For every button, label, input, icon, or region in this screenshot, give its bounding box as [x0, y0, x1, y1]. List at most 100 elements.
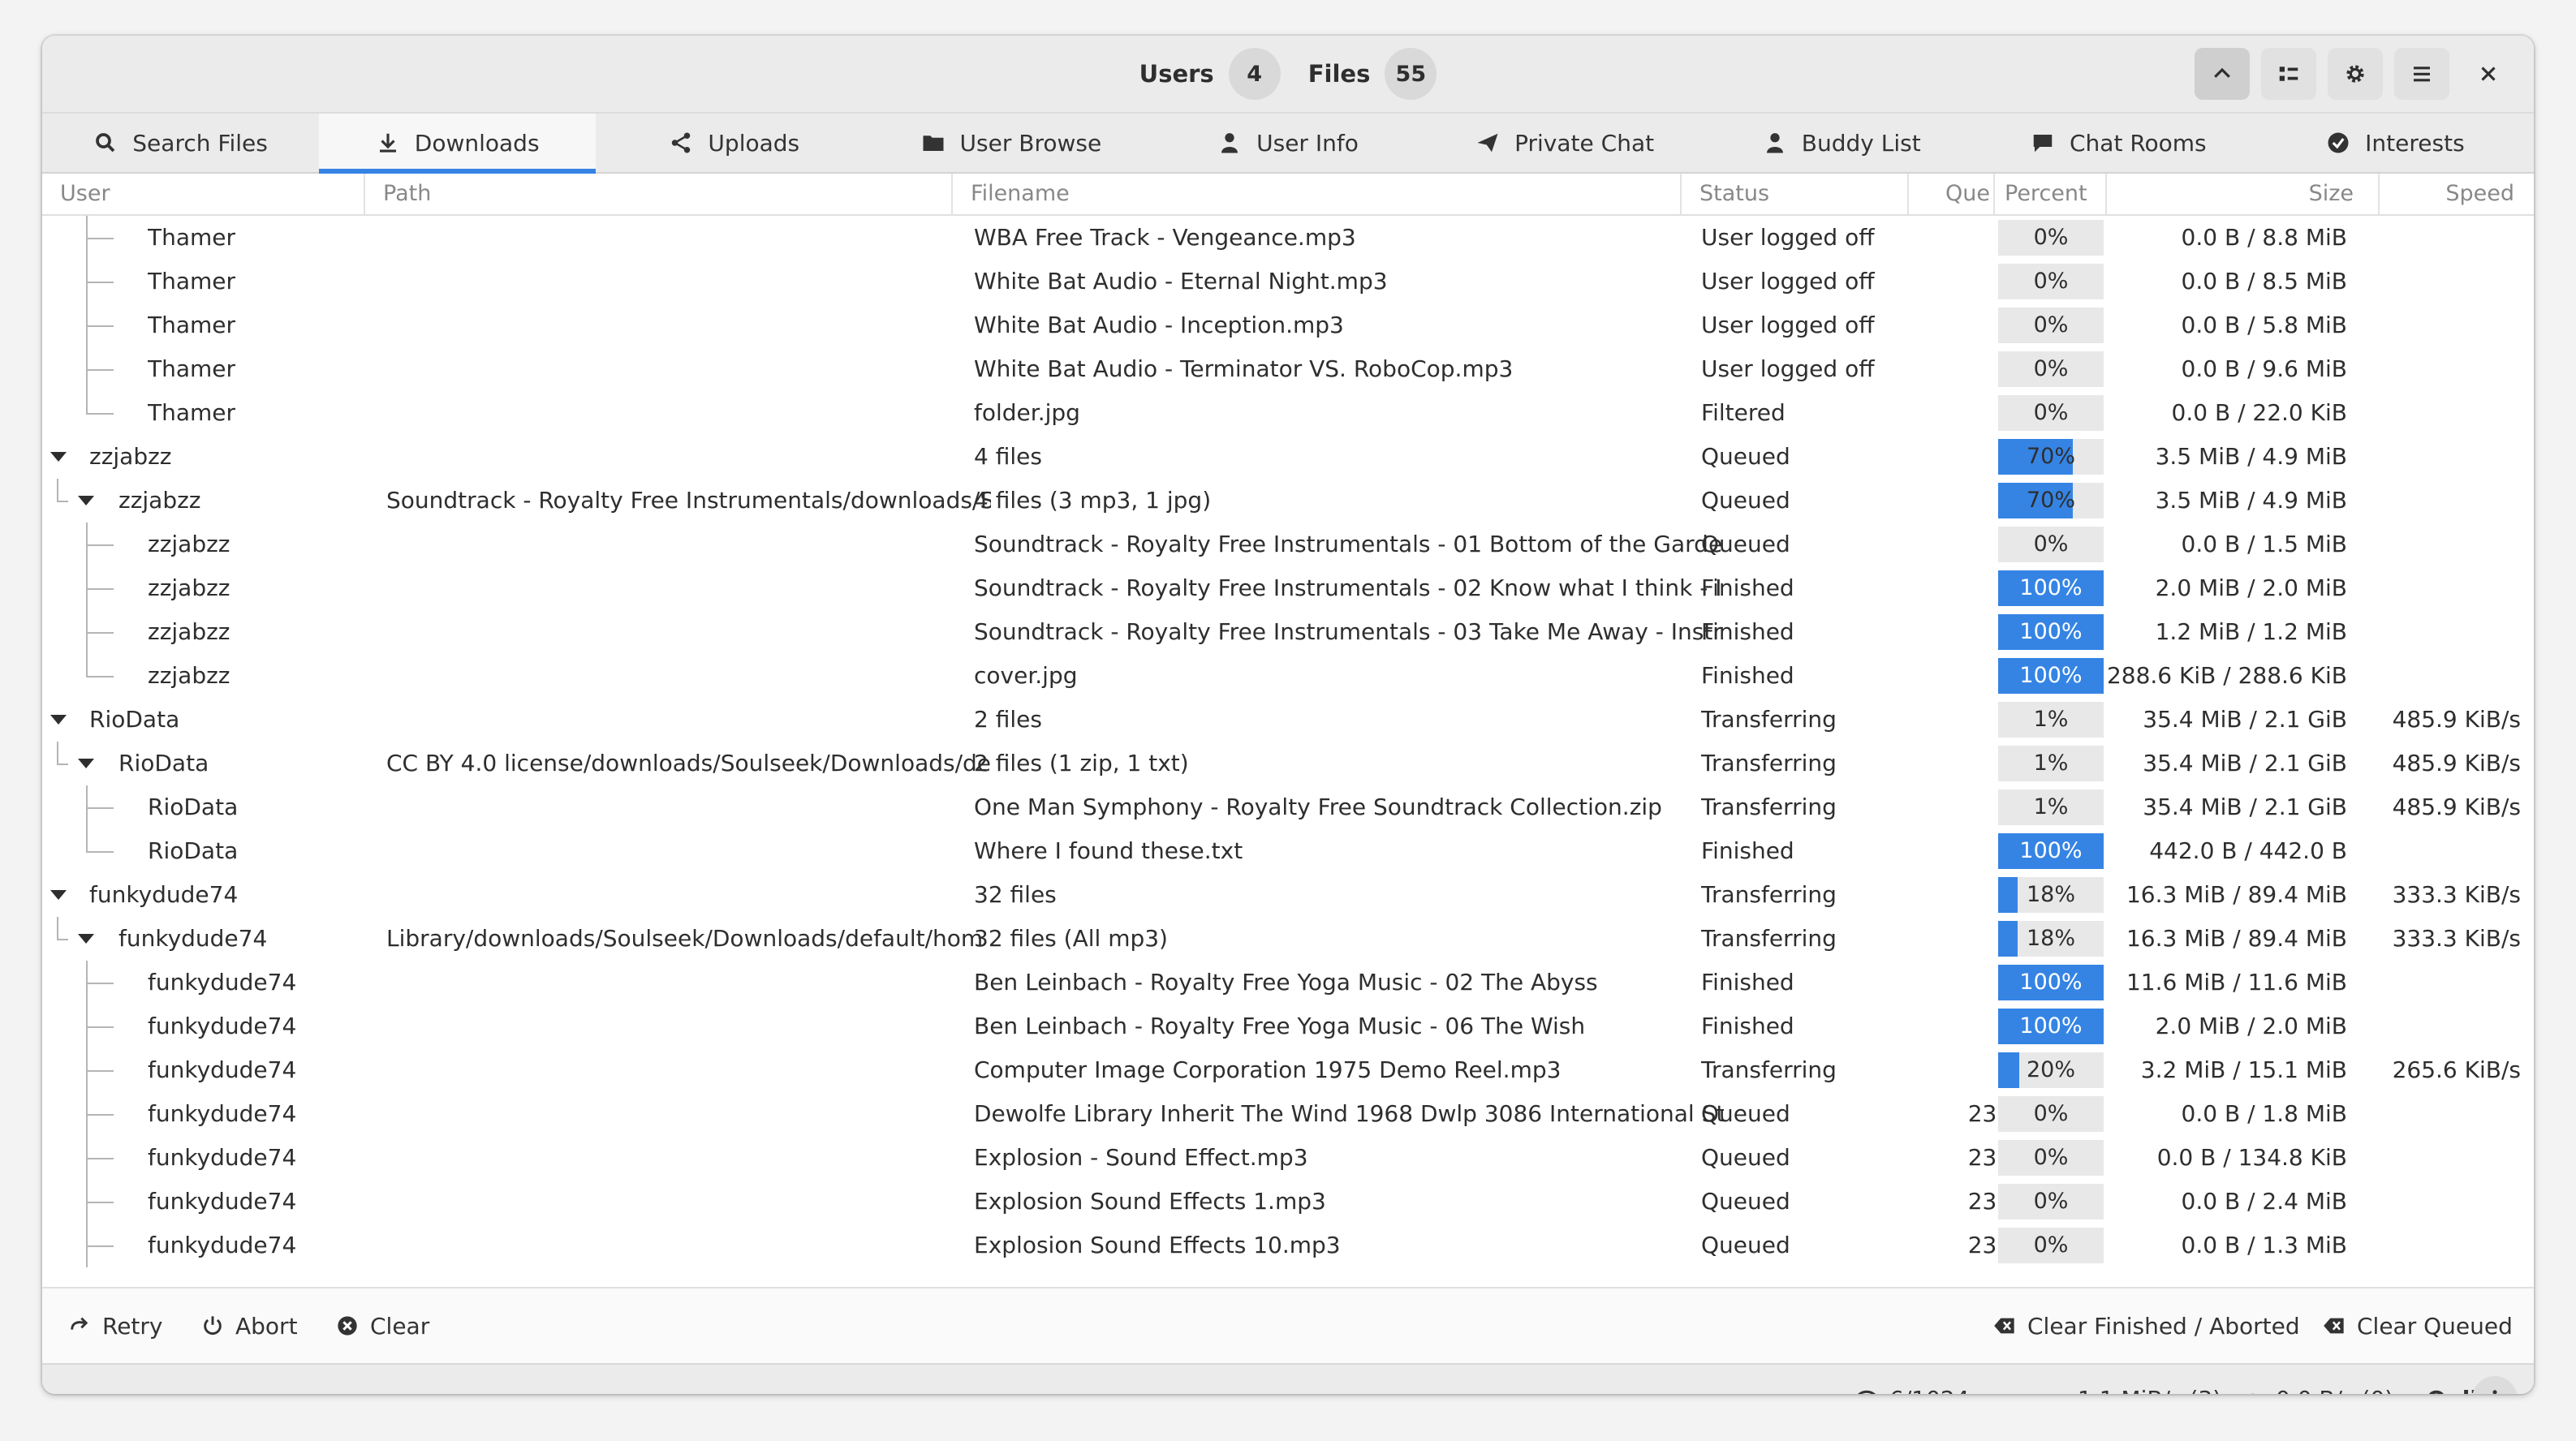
close-window-button[interactable] — [2461, 48, 2516, 100]
folder-group-row[interactable]: zzjabzz Soundtrack - Royalty Free Instrum… — [42, 479, 2534, 523]
size-cell: 0.0 B / 134.8 KiB — [2156, 1144, 2347, 1171]
status-cell: Finished — [1701, 969, 1794, 996]
connections-status[interactable]: 6/1024 — [1855, 1365, 1970, 1394]
column-header-percent[interactable]: Percent — [1995, 174, 2107, 214]
transfer-row[interactable]: zzjabzz Soundtrack - Royalty Free Instrum… — [42, 566, 2534, 610]
path-cell — [386, 873, 991, 917]
percent-label: 0% — [2033, 400, 2069, 425]
status-bar: 6/1024 1.1 MiB/s (3) 0.0 B/s (0) Online — [42, 1363, 2534, 1394]
main-menu-button[interactable] — [2394, 48, 2449, 100]
tab-user-info[interactable]: User Info — [1149, 114, 1426, 172]
percent-label: 100% — [2019, 619, 2083, 644]
users-stat[interactable]: Users 4 — [1139, 48, 1281, 100]
tree-line — [86, 654, 88, 677]
progress-bar: 18% — [1998, 921, 2104, 957]
transfer-row[interactable]: RioDataWhere I found these.txtFinished04… — [42, 829, 2534, 873]
tab-label: Private Chat — [1514, 129, 1655, 157]
column-header-filename[interactable]: Filename — [953, 174, 1682, 214]
clear-button[interactable]: Clear — [336, 1288, 429, 1363]
column-header-queue[interactable]: Que — [1909, 174, 1995, 214]
expander-arrow-icon[interactable] — [50, 890, 67, 900]
percent-label: 1% — [2033, 707, 2069, 732]
expander-arrow-icon[interactable] — [50, 715, 67, 725]
column-header-status[interactable]: Status — [1682, 174, 1909, 214]
transfer-row[interactable]: zzjabzzcover.jpgFinished0288.6 KiB / 288… — [42, 654, 2534, 698]
transfer-row[interactable]: funkydude74 Explosion Sound Effects 10.mp… — [42, 1224, 2534, 1267]
tab-downloads[interactable]: Downloads — [319, 114, 597, 174]
size-cell: 0.0 B / 5.8 MiB — [2181, 312, 2347, 338]
chevron-down-icon — [2044, 1387, 2066, 1394]
expander-arrow-icon[interactable] — [78, 934, 94, 944]
tab-label: Interests — [2365, 129, 2465, 157]
tree-line — [86, 807, 114, 809]
preferences-button[interactable] — [2328, 48, 2383, 100]
transfer-row[interactable]: Thamer White Bat Audio - Terminator VS. R… — [42, 347, 2534, 391]
tree-line — [86, 369, 114, 371]
download-speed-status[interactable]: 1.1 MiB/s (3) — [2044, 1365, 2221, 1395]
size-cell: 0.0 B / 1.8 MiB — [2181, 1100, 2347, 1127]
expander-arrow-icon[interactable] — [78, 496, 94, 505]
path-cell — [386, 654, 991, 698]
tab-search-files[interactable]: Search Files — [42, 114, 319, 172]
tab-chat-rooms[interactable]: Chat Rooms — [1980, 114, 2257, 172]
upload-speed-value: 0.0 B/s (0) — [2276, 1386, 2393, 1395]
filename-cell: Soundtrack - Royalty Free Instrumentals … — [974, 618, 1724, 645]
user-group-row[interactable]: funkydude74 32 files Transferring 16.3 MiB … — [42, 873, 2534, 917]
column-header-size[interactable]: Size — [2107, 174, 2380, 214]
filename-cell: folder.jpg — [974, 399, 1080, 426]
tab-private-chat[interactable]: Private Chat — [1427, 114, 1704, 172]
expander-arrow-icon[interactable] — [78, 759, 94, 768]
progress-bar: 0% — [1998, 527, 2104, 562]
transfer-row[interactable]: Thamerfolder.jpgFiltered00.0 B / 22.0 Ki… — [42, 391, 2534, 435]
abort-button[interactable]: Abort — [201, 1288, 298, 1363]
user-group-row[interactable]: RioData 2 files Transferring 35.4 MiB / 2.1… — [42, 698, 2534, 742]
expander-arrow-icon[interactable] — [50, 452, 67, 462]
clear-finished-button[interactable]: Clear Finished / Aborted — [1993, 1288, 2300, 1363]
retry-button[interactable]: Retry — [68, 1288, 162, 1363]
tab-interests[interactable]: Interests — [2257, 114, 2534, 172]
transfer-row[interactable]: zzjabzz Soundtrack - Royalty Free Instrum… — [42, 610, 2534, 654]
clear-queued-label: Clear Queued — [2357, 1312, 2513, 1340]
upload-speed-status[interactable]: 0.0 B/s (0) — [2242, 1365, 2393, 1394]
group-by-button[interactable] — [2261, 48, 2316, 100]
transfer-row[interactable]: funkydude74 Computer Image Corporation 19… — [42, 1048, 2534, 1092]
column-header-speed[interactable]: Speed — [2380, 174, 2534, 214]
size-cell: 2.0 MiB / 2.0 MiB — [2155, 1013, 2347, 1039]
backspace-icon — [1994, 1318, 2014, 1334]
progress-bar: 0% — [1998, 395, 2104, 431]
progress-bar: 100% — [1998, 614, 2104, 650]
transfer-row[interactable]: funkydude74 Explosion - Sound Effect.mp3 Q… — [42, 1136, 2534, 1180]
tab-buddy-list[interactable]: Buddy List — [1704, 114, 1980, 172]
folder-group-row[interactable]: funkydude74 Library/downloads/Soulseek/Do… — [42, 917, 2534, 961]
column-header-path[interactable]: Path — [365, 174, 953, 214]
transfer-row[interactable]: funkydude74 Ben Leinbach - Royalty Free Y… — [42, 961, 2534, 1004]
user-cell: funkydude74 — [148, 1013, 297, 1039]
user-cell: funkydude74 — [89, 881, 239, 908]
transfer-row[interactable]: funkydude74 Ben Leinbach - Royalty Free Y… — [42, 1004, 2534, 1048]
transfer-row[interactable]: Thamer White Bat Audio - Inception.mp3 Use… — [42, 303, 2534, 347]
transfer-row[interactable]: funkydude74 Dewolfe Library Inherit The W… — [42, 1092, 2534, 1136]
transfer-row[interactable]: Thamer WBA Free Track - Vengeance.mp3 User… — [42, 216, 2534, 260]
filename-cell: Soundtrack - Royalty Free Instrumentals … — [974, 574, 1724, 601]
path-cell — [386, 1092, 991, 1136]
transfer-row[interactable]: RioData One Man Symphony - Royalty Free S… — [42, 785, 2534, 829]
size-cell: 3.2 MiB / 15.1 MiB — [2140, 1056, 2347, 1083]
column-header-user[interactable]: User — [42, 174, 365, 214]
collapse-all-button[interactable] — [2195, 48, 2250, 100]
tab-uploads[interactable]: Uploads — [596, 114, 872, 172]
filename-cell: White Bat Audio - Eternal Night.mp3 — [974, 268, 1388, 295]
files-stat[interactable]: Files 55 — [1308, 48, 1437, 100]
path-cell — [386, 610, 991, 654]
transfer-row[interactable]: zzjabzz Soundtrack - Royalty Free Instrum… — [42, 523, 2534, 566]
user-group-row[interactable]: zzjabzz 4 files Queued 3.5 MiB / 4.9 MiB 70% — [42, 435, 2534, 479]
filename-cell: Computer Image Corporation 1975 Demo Ree… — [974, 1056, 1562, 1083]
transfer-row[interactable]: Thamer White Bat Audio - Eternal Night.mp… — [42, 260, 2534, 303]
folder-group-row[interactable]: RioData CC BY 4.0 license/downloads/Souls… — [42, 742, 2534, 785]
chevron-up-icon — [2214, 67, 2230, 78]
clear-queued-button[interactable]: Clear Queued — [2323, 1288, 2513, 1363]
tree-list-icon — [2279, 67, 2298, 81]
transfer-row[interactable]: funkydude74 Explosion Sound Effects 1.mp3… — [42, 1180, 2534, 1224]
tab-user-browse[interactable]: User Browse — [872, 114, 1149, 172]
progress-bar: 100% — [1998, 833, 2104, 869]
tree-line — [57, 742, 58, 764]
